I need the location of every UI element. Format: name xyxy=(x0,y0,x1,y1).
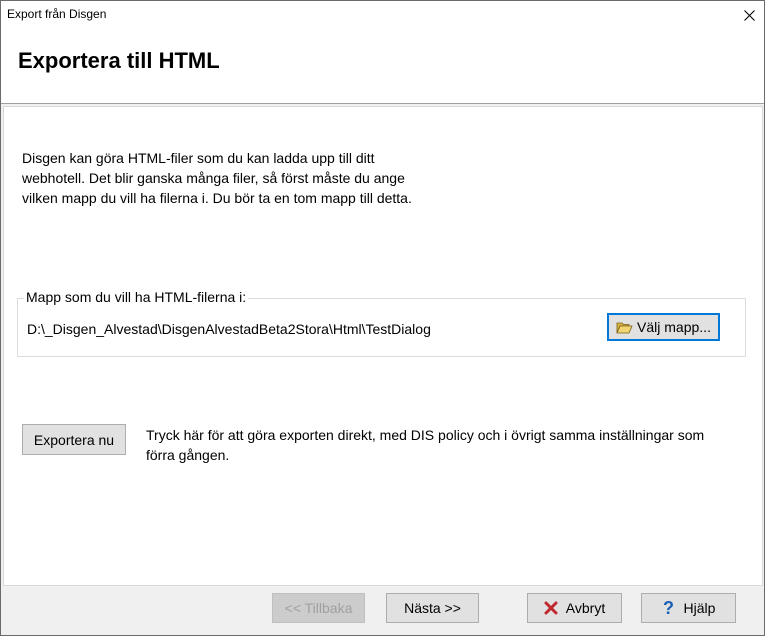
question-mark-icon: ? xyxy=(662,599,676,617)
export-now-label: Exportera nu xyxy=(33,431,115,448)
next-button[interactable]: Nästa >> xyxy=(386,593,479,623)
svg-text:?: ? xyxy=(663,599,674,617)
close-icon xyxy=(743,9,755,21)
wizard-footer: << Tillbaka Nästa >> Avbryt ? Hjälp xyxy=(1,586,764,635)
folder-groupbox: Mapp som du vill ha HTML-filerna i: D:\_… xyxy=(17,289,746,357)
wizard-header: Exportera till HTML xyxy=(1,31,764,104)
cancel-label: Avbryt xyxy=(565,600,606,616)
export-now-description: Tryck här för att göra exporten direkt, … xyxy=(146,427,705,463)
back-label: << Tillbaka xyxy=(284,600,353,616)
page-title: Exportera till HTML xyxy=(18,48,220,73)
help-label: Hjälp xyxy=(683,600,716,616)
export-dialog-window: Export från Disgen Exportera till HTML D… xyxy=(0,0,765,636)
open-folder-icon xyxy=(616,321,633,334)
cancel-button[interactable]: Avbryt xyxy=(527,593,622,623)
export-now-button[interactable]: Exportera nu xyxy=(22,424,126,455)
window-title: Export från Disgen xyxy=(7,7,107,21)
choose-folder-button[interactable]: Välj mapp... xyxy=(607,313,720,341)
folder-groupbox-label: Mapp som du vill ha HTML-filerna i: xyxy=(24,289,249,305)
red-x-icon xyxy=(544,601,558,615)
help-button[interactable]: ? Hjälp xyxy=(641,593,736,623)
title-bar: Export från Disgen xyxy=(1,1,764,31)
folder-path: D:\_Disgen_Alvestad\DisgenAlvestadBeta2S… xyxy=(27,321,431,337)
wizard-content: Disgen kan göra HTML-filer som du kan la… xyxy=(3,106,763,586)
intro-text: Disgen kan göra HTML-filer som du kan la… xyxy=(22,150,412,206)
close-button[interactable] xyxy=(734,1,764,29)
next-label: Nästa >> xyxy=(404,600,461,616)
choose-folder-label: Välj mapp... xyxy=(637,319,711,335)
back-button[interactable]: << Tillbaka xyxy=(272,593,365,623)
